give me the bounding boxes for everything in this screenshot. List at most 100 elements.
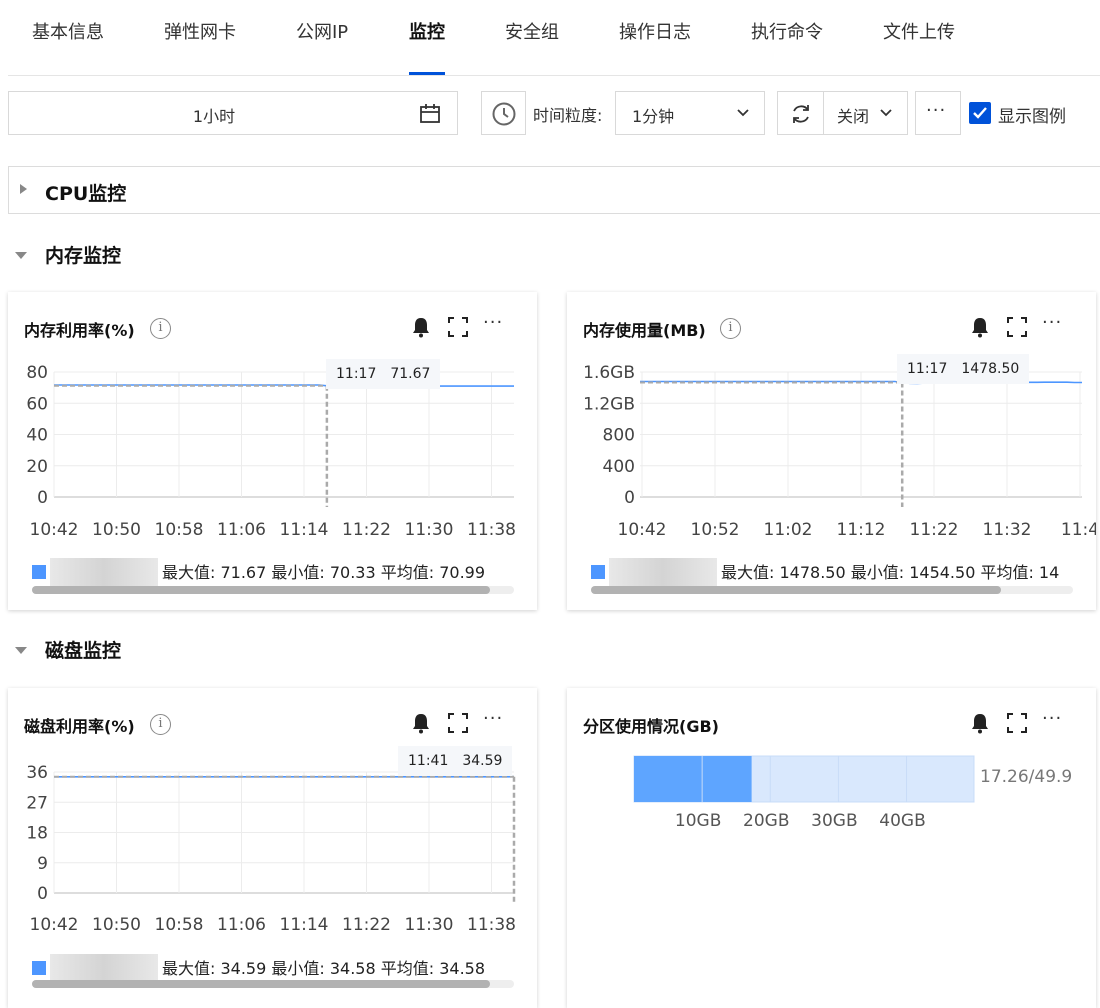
memory-utilization-card: 内存利用率(%) i ··· 80 60 40 20 0 10:42 10:50 10:58 1… — [8, 292, 537, 610]
legend-swatch — [32, 565, 46, 579]
scrollbar-thumb[interactable] — [591, 586, 1001, 594]
legend-scrollbar[interactable] — [32, 980, 514, 988]
scrollbar-thumb[interactable] — [32, 980, 490, 988]
tab-execute-command[interactable]: 执行命令 — [751, 18, 823, 44]
y-tick-label: 27 — [26, 793, 48, 813]
y-tick-label: 0 — [624, 488, 635, 508]
y-tick-label: 1.6GB — [583, 363, 635, 383]
x-tick-label: 10:58 — [155, 520, 204, 540]
y-tick-label: 1.2GB — [583, 394, 635, 414]
memory-section-title[interactable]: 内存监控 — [45, 241, 121, 268]
x-tick-label: 11:14 — [280, 915, 329, 935]
x-tick-label: 11:30 — [405, 520, 454, 540]
legend-scrollbar[interactable] — [32, 586, 514, 594]
x-tick-label: 11:22 — [342, 520, 391, 540]
partition-usage-chart: 10GB 20GB 30GB 40GB 17.26/49.9 — [633, 755, 1072, 831]
x-tick-label: 10:50 — [92, 520, 141, 540]
caret-right-icon — [20, 184, 27, 194]
clock-button[interactable] — [481, 91, 526, 135]
scrollbar-thumb[interactable] — [32, 586, 490, 594]
calendar-icon — [419, 103, 441, 129]
chart-legend: 最大值: 1478.50 最小值: 1454.50 平均值: 14 — [591, 558, 1073, 586]
x-tick-label: 10:42 — [618, 520, 667, 540]
y-tick-label: 800 — [603, 426, 635, 446]
caret-down-icon[interactable] — [15, 252, 27, 259]
caret-down-icon[interactable] — [15, 647, 27, 654]
disk-section-title[interactable]: 磁盘监控 — [45, 636, 121, 663]
tab-basic-info[interactable]: 基本信息 — [32, 18, 104, 44]
x-tick-label: 11:22 — [342, 915, 391, 935]
tab-bar: 基本信息 弹性网卡 公网IP 监控 安全组 操作日志 执行命令 文件上传 — [8, 0, 1100, 76]
x-tick-label: 11:02 — [764, 520, 813, 540]
y-tick-label: 400 — [603, 457, 635, 477]
y-tick-label: 20 — [26, 457, 48, 477]
legend-swatch — [32, 961, 46, 975]
chart-legend: 最大值: 34.59 最小值: 34.58 平均值: 34.58 — [32, 954, 485, 982]
tab-operation-log[interactable]: 操作日志 — [619, 18, 691, 44]
x-tick-label: 10:58 — [155, 915, 204, 935]
y-tick-label: 9 — [37, 854, 48, 874]
x-tick-label: 20GB — [743, 811, 789, 831]
more-options-button[interactable]: ··· — [915, 91, 961, 135]
clock-icon — [492, 102, 516, 126]
refresh-icon — [793, 105, 809, 123]
y-tick-label: 80 — [26, 363, 48, 383]
x-tick-label: 11:30 — [405, 915, 454, 935]
x-tick-label: 11:06 — [217, 520, 266, 540]
x-tick-label: 11:12 — [837, 520, 886, 540]
tab-file-upload[interactable]: 文件上传 — [883, 18, 955, 44]
partition-used-bar — [634, 756, 752, 802]
x-tick-label: 10:52 — [691, 520, 740, 540]
granularity-label: 时间粒度: — [533, 106, 603, 125]
legend-scrollbar[interactable] — [591, 586, 1073, 594]
granularity-select[interactable]: 1分钟 — [615, 91, 765, 135]
tab-public-ip[interactable]: 公网IP — [296, 18, 348, 44]
y-tick-label: 18 — [26, 824, 48, 844]
tab-security-group[interactable]: 安全组 — [505, 18, 559, 44]
x-tick-label: 11:38 — [467, 520, 516, 540]
partition-usage-label: 17.26/49.9 — [980, 767, 1072, 787]
chevron-down-icon — [880, 109, 892, 117]
cpu-section-title: CPU监控 — [45, 183, 127, 205]
partition-usage-card: 分区使用情况(GB) ··· 10GB 20GB 30GB 40GB 17.26/49.… — [567, 688, 1096, 1008]
memory-usage-card: 内存使用量(MB) i ··· 1.6GB 1.2GB 800 400 0 10:42 10… — [567, 292, 1096, 610]
legend-series-name-redacted — [50, 954, 158, 982]
y-tick-label: 40 — [26, 426, 48, 446]
x-tick-label: 30GB — [811, 811, 857, 831]
auto-refresh-select[interactable]: 关闭 — [837, 103, 869, 127]
legend-stats: 最大值: 1478.50 最小值: 1454.50 平均值: 14 — [721, 563, 1060, 582]
disk-utilization-card: 磁盘利用率(%) i ··· 36 27 18 9 0 10:42 10:50 10:58 11… — [8, 688, 537, 1008]
auto-refresh-group: 关闭 — [777, 91, 908, 135]
y-tick-label: 0 — [37, 488, 48, 508]
y-tick-label: 0 — [37, 884, 48, 904]
chart-tooltip: 11:17 1478.50 — [897, 354, 1030, 384]
show-legend-checkbox[interactable] — [969, 102, 991, 124]
y-tick-label: 36 — [26, 763, 48, 783]
tab-monitor[interactable]: 监控 — [409, 18, 445, 44]
chevron-down-icon — [737, 109, 749, 117]
x-tick-label: 11:38 — [467, 915, 516, 935]
chart-tooltip: 11:17 71.67 — [326, 359, 441, 389]
legend-series-name-redacted — [50, 558, 158, 586]
refresh-button[interactable] — [778, 92, 824, 134]
active-tab-indicator — [409, 72, 445, 75]
x-tick-label: 10:42 — [30, 915, 79, 935]
time-range-value: 1小时 — [192, 107, 236, 126]
x-tick-label: 10:42 — [30, 520, 79, 540]
x-tick-label: 11:14 — [280, 520, 329, 540]
legend-stats: 最大值: 34.59 最小值: 34.58 平均值: 34.58 — [162, 959, 486, 978]
tab-elastic-nic[interactable]: 弹性网卡 — [164, 18, 236, 44]
time-range-picker[interactable]: 1小时 — [8, 91, 458, 135]
legend-swatch — [591, 565, 605, 579]
cpu-monitor-section[interactable]: CPU监控 — [8, 166, 1100, 214]
x-tick-label: 11:4 — [1061, 520, 1096, 540]
x-tick-label: 11:32 — [983, 520, 1032, 540]
x-tick-label: 11:22 — [910, 520, 959, 540]
checkmark-icon — [973, 107, 987, 119]
y-tick-label: 60 — [26, 394, 48, 414]
x-tick-label: 10:50 — [92, 915, 141, 935]
more-icon: ··· — [926, 100, 947, 121]
show-legend-label[interactable]: 显示图例 — [998, 102, 1066, 127]
legend-series-name-redacted — [609, 558, 717, 586]
x-tick-label: 40GB — [879, 811, 925, 831]
